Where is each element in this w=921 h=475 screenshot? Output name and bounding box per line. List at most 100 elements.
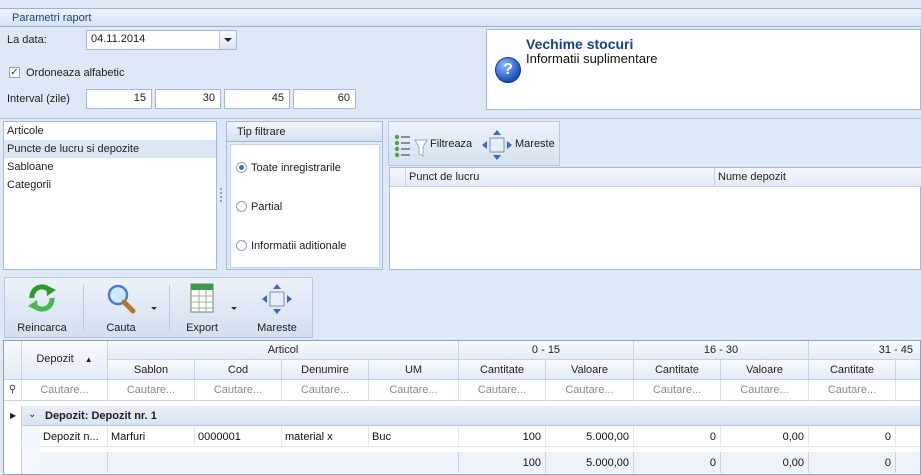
radio-all-label[interactable]: Toate inregistrarile	[251, 162, 341, 174]
cell-valoare-16-30[interactable]: 0,00	[721, 426, 809, 447]
cell-denumire[interactable]: material x	[282, 426, 369, 447]
group-row-label: Depozit: Depozit nr. 1	[45, 410, 157, 422]
info-title: Vechime stocuri	[526, 36, 634, 52]
collapse-chevron-icon[interactable]: ⌄	[28, 409, 36, 420]
interval-label: Interval (zile)	[7, 93, 70, 105]
interval-3-input[interactable]: 45	[224, 89, 290, 109]
cell-valoare-0-15[interactable]: 5.000,00	[546, 426, 634, 447]
search-cell-um[interactable]: Cautare...	[369, 380, 459, 401]
cell-depozit[interactable]: Depozit n...	[40, 426, 108, 447]
cell-overflow[interactable]	[896, 426, 920, 447]
footer-cell-depozit	[40, 452, 108, 473]
row-indicator	[4, 447, 22, 474]
filter-button[interactable]	[393, 130, 429, 160]
grid-indicator-header	[4, 341, 22, 380]
interval-1-input[interactable]: 15	[86, 89, 152, 109]
date-picker[interactable]: 04.11.2014	[86, 30, 237, 50]
radio-extra-label[interactable]: Informatii aditionale	[251, 240, 346, 252]
search-cell-cod[interactable]: Cautare...	[195, 380, 282, 401]
search-cell-valoare[interactable]: Cautare...	[721, 380, 809, 401]
column-header-cantitate[interactable]: Cantitate	[459, 360, 546, 380]
expand-filter-label[interactable]: Mareste	[515, 138, 555, 150]
column-header-sablon[interactable]: Sablon	[108, 360, 195, 380]
expand-label: Mareste	[257, 322, 297, 334]
band-header-0-15: 0 - 15	[459, 341, 634, 360]
sort-label: Ordoneaza alfabetic	[26, 67, 125, 79]
footer-cell-articol	[108, 452, 459, 473]
search-icon	[107, 284, 136, 314]
group-row[interactable]: ⌄ Depozit: Depozit nr. 1	[22, 406, 920, 426]
search-button[interactable]: Cauta	[93, 280, 161, 336]
column-header-cod[interactable]: Cod	[195, 360, 282, 380]
refresh-icon	[28, 284, 56, 312]
footer-cantitate-0-15: 100	[459, 452, 546, 473]
expand-icon	[482, 130, 512, 160]
footer-valoare-0-15: 5.000,00	[546, 452, 634, 473]
help-icon: ?	[495, 57, 521, 83]
filter-list-item[interactable]: Sabloane	[4, 158, 216, 176]
column-header-punct-lucru[interactable]: Punct de lucru	[406, 168, 715, 187]
search-cell-cantitate[interactable]: Cautare...	[634, 380, 721, 401]
column-header-cantitate[interactable]: Cantitate	[809, 360, 896, 380]
date-value: 04.11.2014	[91, 33, 146, 45]
spreadsheet-icon	[190, 283, 214, 313]
column-header-valoare[interactable]: Valoare	[721, 360, 809, 380]
date-dropdown-button[interactable]	[219, 31, 236, 49]
footer-cantitate-16-30: 0	[634, 452, 721, 473]
column-header-um[interactable]: UM	[369, 360, 459, 380]
column-header-depozit[interactable]: Depozit ▲	[22, 341, 108, 380]
filter-list-item[interactable]: Articole	[4, 122, 216, 140]
export-label: Export	[186, 322, 218, 334]
sort-asc-icon: ▲	[84, 355, 93, 364]
filter-type-group: Tip filtrare Toate inregistrarile Partia…	[226, 121, 383, 270]
cell-sablon[interactable]: Marfuri	[108, 426, 195, 447]
toolbar-separator	[169, 285, 170, 331]
search-cell-sablon[interactable]: Cautare...	[108, 380, 195, 401]
report-grid: Depozit ▲ Articol 0 - 15 16 - 30 31 - 45…	[3, 340, 921, 475]
footer-valoare-16-30: 0,00	[721, 452, 809, 473]
radio-partial[interactable]	[236, 201, 247, 212]
search-cell-valoare[interactable]: Cautare...	[546, 380, 634, 401]
filter-list-item[interactable]: Puncte de lucru si depozite	[4, 140, 216, 158]
group-indent	[22, 426, 40, 474]
radio-extra[interactable]	[236, 240, 247, 251]
cell-cod[interactable]: 0000001	[195, 426, 282, 447]
column-header-valoare[interactable]: Valoare	[546, 360, 634, 380]
chevron-down-icon[interactable]	[151, 307, 157, 310]
export-button[interactable]: Export	[177, 280, 243, 336]
filter-row-icon: ⚲	[4, 380, 22, 401]
chevron-down-icon[interactable]	[231, 307, 237, 310]
filter-list-item[interactable]: Categorii	[4, 176, 216, 194]
chevron-down-icon	[224, 38, 232, 42]
filter-type-body: Toate inregistrarile Partial Informatii …	[230, 144, 380, 268]
column-header-denumire[interactable]: Denumire	[282, 360, 369, 380]
column-header-depozit-label: Depozit	[36, 353, 74, 365]
footer-cell-overflow	[896, 452, 920, 473]
radio-partial-label[interactable]: Partial	[251, 201, 282, 213]
column-header-overflow	[896, 360, 920, 380]
search-cell-overflow[interactable]	[896, 380, 920, 401]
column-header-nume-depozit[interactable]: Nume depozit	[715, 168, 921, 187]
filter-button-label[interactable]: Filtreaza	[430, 138, 472, 150]
sort-checkbox[interactable]: ✓	[9, 67, 20, 78]
info-subtitle: Informatii suplimentare	[526, 51, 658, 66]
column-header-cantitate[interactable]: Cantitate	[634, 360, 721, 380]
cell-cantitate-0-15[interactable]: 100	[459, 426, 546, 447]
interval-4-input[interactable]: 60	[293, 89, 356, 109]
expand-filter-button[interactable]	[481, 129, 513, 161]
interval-2-input[interactable]: 30	[155, 89, 221, 109]
expand-button[interactable]: Mareste	[247, 280, 307, 336]
search-cell-cantitate[interactable]: Cautare...	[809, 380, 896, 401]
reload-button[interactable]: Reincarca	[11, 280, 73, 336]
search-cell-cantitate[interactable]: Cautare...	[459, 380, 546, 401]
splitter-handle[interactable]	[220, 188, 222, 202]
search-cell-depozit[interactable]: Cautare...	[22, 380, 108, 401]
detail-filter-toolbar: Filtreaza Mareste	[388, 121, 560, 166]
radio-all[interactable]	[236, 162, 247, 173]
cell-cantitate-31-45[interactable]: 0	[809, 426, 896, 447]
cell-cantitate-16-30[interactable]: 0	[634, 426, 721, 447]
cell-um[interactable]: Buc	[369, 426, 459, 447]
row-indicator[interactable]: ▶	[4, 406, 22, 426]
band-header-31-45: 31 - 45	[809, 341, 920, 360]
search-cell-denumire[interactable]: Cautare...	[282, 380, 369, 401]
